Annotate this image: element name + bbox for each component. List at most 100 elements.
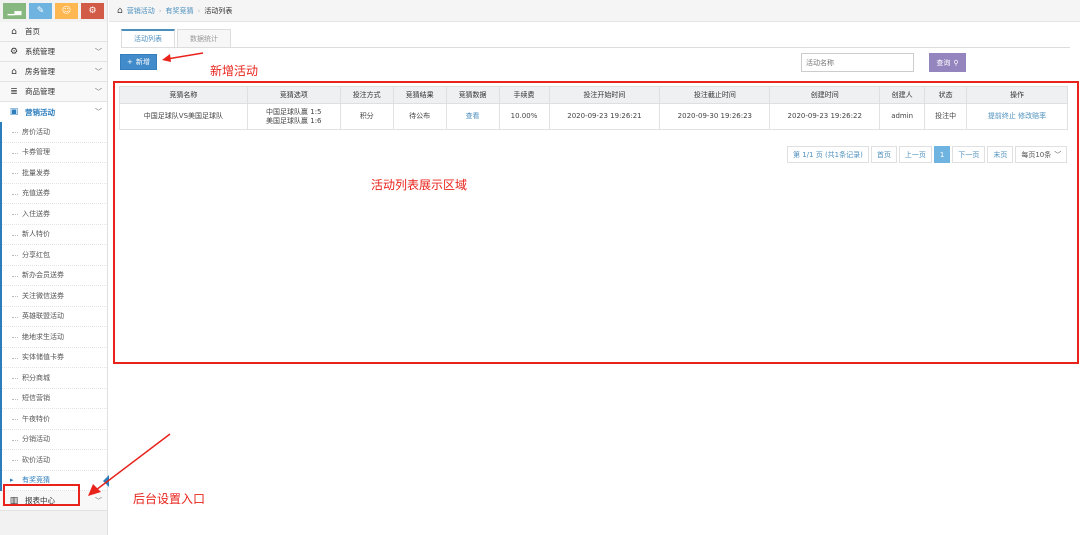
sidebar-item-label: 房务管理 <box>25 67 55 76</box>
column-header[interactable]: 手续费 <box>498 86 550 104</box>
home-icon[interactable]: ⌂ <box>117 6 123 16</box>
sidebar-item-system[interactable]: ⚙ 系统管理 ﹀ <box>0 42 107 62</box>
sidebar-subitem[interactable]: 卡券管理 <box>2 143 107 163</box>
annotation-arrow-entry <box>88 433 171 496</box>
sidebar-item-products[interactable]: ≣ 商品管理 ﹀ <box>0 82 107 102</box>
next-page-button[interactable]: 下一页 <box>952 146 986 163</box>
sidebar-item-marketing[interactable]: ▣ 营销活动 ﹀ <box>0 102 107 122</box>
sidebar-subitem[interactable]: 新办会员送券 <box>2 266 107 286</box>
cell-name: 中国足球队VS美国足球队 <box>119 103 248 130</box>
chevron-down-icon: ﹀ <box>95 67 102 76</box>
cell-end-time: 2020-09-30 19:26:23 <box>659 103 771 130</box>
first-page-button[interactable]: 首页 <box>870 146 897 163</box>
prev-page-button[interactable]: 上一页 <box>898 146 932 163</box>
gear-icon: ⚙ <box>9 46 19 57</box>
bank-icon: ⌂ <box>11 66 17 77</box>
sidebar-item-home[interactable]: ⌂ 首页 <box>0 22 107 42</box>
annotation-entry: 后台设置入口 <box>133 492 206 506</box>
cell-creator: admin <box>879 103 926 130</box>
users-icon[interactable]: ☺ <box>55 3 78 19</box>
sidebar-subitem[interactable]: 批量发券 <box>2 163 107 184</box>
breadcrumb-separator: › <box>158 6 162 15</box>
sidebar-subitem[interactable]: 分享红包 <box>2 245 107 266</box>
sidebar-subitem[interactable]: 实体储值卡券 <box>2 348 107 368</box>
column-header[interactable]: 竞猜结果 <box>392 86 447 104</box>
column-header[interactable]: 投注开始时间 <box>548 86 661 104</box>
sidebar-item-rooms[interactable]: ⌂ 房务管理 ﹀ <box>0 62 107 82</box>
sidebar-item-label: 系统管理 <box>25 47 55 56</box>
annotation-add: 新增活动 <box>210 64 259 78</box>
page-size-value: 每页10条 <box>1021 150 1052 159</box>
search-button-label: 查询 <box>936 58 951 67</box>
sidebar-subitem[interactable]: 积分商城 <box>2 368 107 389</box>
sidebar-subitem[interactable]: 英雄联盟活动 <box>2 307 107 327</box>
page-summary: 第 1/1 页 (共1条记录) <box>787 146 869 163</box>
search-button[interactable]: 查询 ⚲ <box>929 53 966 72</box>
sidebar-item-label: 营销活动 <box>25 107 55 117</box>
sidebar-subitem[interactable]: 关注微信送券 <box>2 286 107 307</box>
column-header[interactable]: 竞猜选项 <box>246 86 341 104</box>
search-icon: ⚲ <box>953 58 959 67</box>
sidebar-subitem[interactable]: 入住送券 <box>2 204 107 225</box>
chevron-down-icon: ﹀ <box>1054 150 1062 159</box>
breadcrumb-current: 活动列表 <box>204 6 233 15</box>
pagination: 第 1/1 页 (共1条记录) 首页 上一页 1 下一页 末页 每页10条 ﹀ <box>787 146 1068 163</box>
sidebar-subitem[interactable]: 绝地求生活动 <box>2 327 107 348</box>
cogs-icon[interactable]: ⚙ <box>81 3 104 19</box>
view-data-link[interactable]: 查看 <box>466 112 480 120</box>
chevron-down-icon: ﹀ <box>95 108 102 116</box>
sidebar-subitem[interactable]: 充值送券 <box>2 184 107 204</box>
activity-table: 竞猜名称 竞猜选项 投注方式 竞猜结果 竞猜数据 手续费 投注开始时间 投注截止… <box>119 86 1068 130</box>
chevron-down-icon: ﹀ <box>95 47 102 56</box>
column-header[interactable]: 创建时间 <box>769 86 881 104</box>
search-input[interactable] <box>801 53 914 72</box>
sidebar-subitem[interactable]: 房价活动 <box>2 122 107 143</box>
sidebar-item-label: 商品管理 <box>25 87 55 96</box>
sidebar-subitem[interactable]: 短信营销 <box>2 389 107 409</box>
column-header[interactable]: 投注方式 <box>339 86 394 104</box>
main-content: ⌂ 营销活动 › 有奖竞猜 › 活动列表 活动列表 数据统计 + 新增 新增活动… <box>109 0 1080 535</box>
breadcrumb-separator: › <box>197 6 201 15</box>
home-icon: ⌂ <box>11 26 17 37</box>
annotation-list: 活动列表展示区域 <box>371 178 468 192</box>
cell-status: 投注中 <box>924 103 968 130</box>
column-header[interactable]: 投注截止时间 <box>659 86 771 104</box>
add-button[interactable]: + 新增 <box>120 54 157 70</box>
cell-data: 查看 <box>445 103 500 130</box>
edit-odds-link[interactable]: 修改赔率 <box>1018 112 1046 120</box>
table-header-row: 竞猜名称 竞猜选项 投注方式 竞猜结果 竞猜数据 手续费 投注开始时间 投注截止… <box>119 86 1068 104</box>
last-page-button[interactable]: 末页 <box>987 146 1014 163</box>
tab-activity-list[interactable]: 活动列表 <box>121 29 175 47</box>
breadcrumb-link[interactable]: 有奖竞猜 <box>166 6 194 16</box>
bar-chart-icon[interactable]: ▁▃ <box>3 3 26 19</box>
plus-icon: + <box>127 58 133 66</box>
column-header[interactable]: 状态 <box>924 86 968 104</box>
tab-statistics[interactable]: 数据统计 <box>177 29 231 47</box>
shortcut-bar: ▁▃ ✎ ☺ ⚙ <box>0 0 107 22</box>
table-row: 中国足球队VS美国足球队 中国足球队赢 1:5 美国足球队赢 1:6 积分 待公… <box>119 103 1068 130</box>
page-number-button[interactable]: 1 <box>933 146 951 163</box>
column-header[interactable]: 创建人 <box>879 86 926 104</box>
page-size-select[interactable]: 每页10条 ﹀ <box>1015 146 1068 163</box>
cell-method: 积分 <box>339 103 394 130</box>
sidebar-subitem[interactable]: 新人特价 <box>2 225 107 245</box>
column-header[interactable]: 操作 <box>966 86 1068 104</box>
option-text: 中国足球队赢 1:5 <box>266 107 322 116</box>
column-header[interactable]: 竞猜名称 <box>119 86 248 104</box>
cell-start-time: 2020-09-23 19:26:21 <box>548 103 661 130</box>
breadcrumb-link[interactable]: 营销活动 <box>127 6 155 16</box>
gift-icon: ▣ <box>9 107 19 117</box>
end-early-link[interactable]: 提前终止 <box>988 112 1016 120</box>
sidebar-subitem[interactable]: 午夜特价 <box>2 409 107 430</box>
add-button-label: 新增 <box>135 58 150 66</box>
cell-options: 中国足球队赢 1:5 美国足球队赢 1:6 <box>246 103 341 130</box>
database-icon: ≣ <box>10 86 18 97</box>
tab-divider <box>121 47 1070 48</box>
sidebar-item-label: 首页 <box>25 27 40 36</box>
cell-result: 待公布 <box>392 103 447 130</box>
column-header[interactable]: 竞猜数据 <box>445 86 500 104</box>
annotation-arrow-add <box>162 52 204 62</box>
tab-bar: 活动列表 数据统计 <box>121 29 233 47</box>
cell-fee: 10.00% <box>498 103 550 130</box>
pencil-icon[interactable]: ✎ <box>29 3 52 19</box>
